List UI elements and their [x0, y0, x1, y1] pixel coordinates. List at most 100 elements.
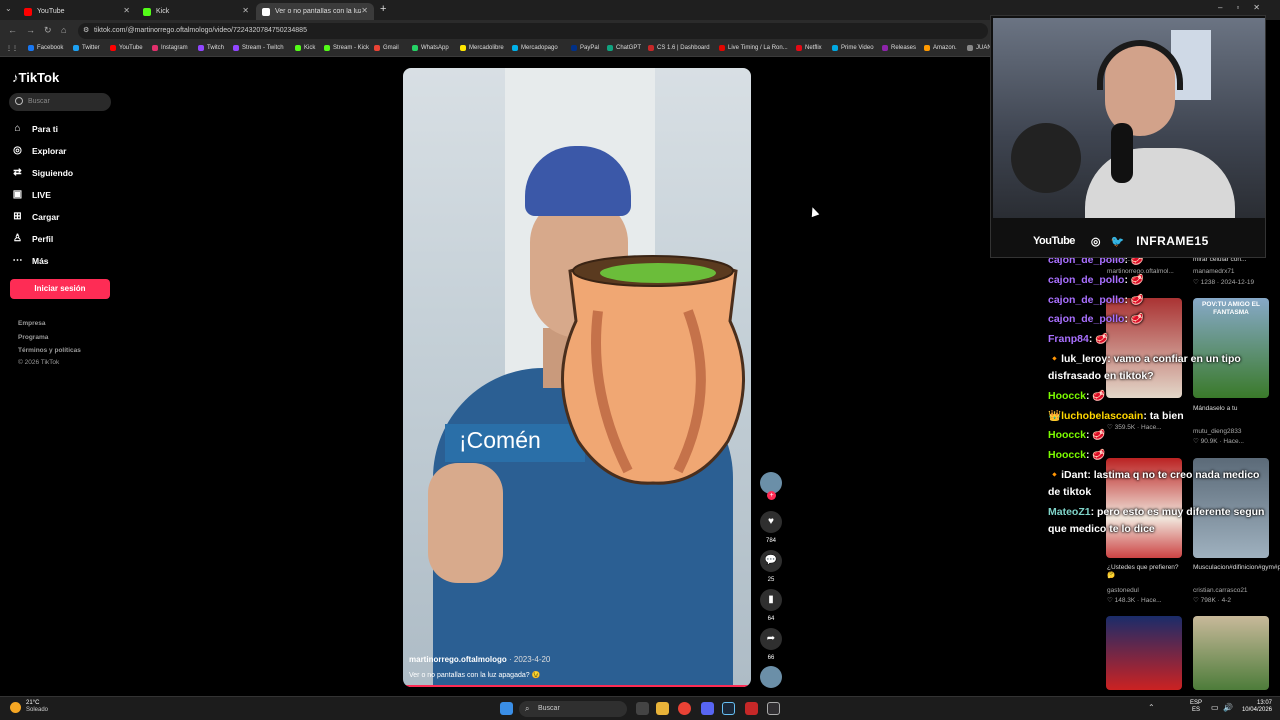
feed-thumbnail[interactable]: [1106, 616, 1182, 690]
twitter-icon: 🐦: [1110, 235, 1125, 248]
bookmark-item[interactable]: Mercadolibre: [460, 45, 504, 51]
clock[interactable]: 13:07 10/04/2026: [1236, 700, 1272, 714]
bookmark-item[interactable]: WhatsApp: [412, 45, 449, 51]
tab-kick[interactable]: Kick ✕: [137, 3, 255, 20]
save-button[interactable]: ▮ 64: [760, 589, 782, 622]
forward-icon[interactable]: →: [26, 25, 35, 35]
bookmark-item[interactable]: Releases: [882, 45, 916, 51]
bookmark-item[interactable]: Live Timing / La Ron...: [719, 45, 788, 51]
feed-item-title[interactable]: ¿Ustedes que prefieren? 🤔: [1107, 564, 1183, 580]
youtube-icon: [24, 7, 32, 16]
obs-icon[interactable]: [767, 702, 780, 715]
nav-profile[interactable]: ♙ Perfil: [12, 233, 53, 244]
task-view-icon[interactable]: [636, 702, 649, 715]
close-icon[interactable]: ✕: [242, 6, 249, 15]
bookmark-item[interactable]: ChatGPT: [607, 45, 641, 51]
bookmark-label: WhatsApp: [421, 45, 449, 51]
nav-live[interactable]: ▣ LIVE: [12, 189, 51, 200]
login-button[interactable]: Iniciar sesión: [10, 279, 110, 299]
back-icon[interactable]: ←: [8, 25, 17, 35]
bookmark-item[interactable]: Stream - Twitch: [233, 45, 284, 51]
reload-icon[interactable]: ↻: [44, 25, 52, 36]
feed-item-user[interactable]: cristian.carrasco21: [1193, 587, 1248, 595]
video-progress-bar[interactable]: [403, 685, 751, 687]
search-input[interactable]: Buscar: [9, 93, 111, 111]
bookmark-label: Netflix: [805, 45, 822, 51]
keyboard-language[interactable]: ESP ES: [1190, 700, 1202, 714]
volume-icon[interactable]: 🔊: [1223, 703, 1233, 712]
feed-item-title[interactable]: Musculacion#difinicion#gym#piern...: [1193, 564, 1280, 572]
chat-badge-icon: 🔸: [1048, 469, 1062, 481]
bookmark-item[interactable]: JUAN: [967, 45, 992, 51]
follow-plus-icon[interactable]: +: [767, 491, 776, 500]
footer-link[interactable]: Términos y políticas: [18, 347, 81, 354]
steam-icon[interactable]: [722, 702, 735, 715]
site-info-icon[interactable]: ⚙: [83, 26, 89, 34]
chat-user: Hoocck: [1048, 429, 1086, 441]
bookmark-item[interactable]: Instagram: [152, 45, 188, 51]
footer-link[interactable]: Empresa: [18, 320, 45, 327]
bookmark-label: Live Timing / La Ron...: [728, 45, 788, 51]
tab-list-button[interactable]: ⌄: [5, 4, 12, 13]
window-controls[interactable]: –▫✕: [1218, 3, 1274, 12]
nav-following[interactable]: ⇄ Siguiendo: [12, 167, 73, 178]
bookmark-item[interactable]: Netflix: [796, 45, 822, 51]
feed-item-user[interactable]: gastonedul: [1107, 587, 1139, 595]
url-input[interactable]: ⚙ tiktok.com/@martinorrego.oftalmologo/v…: [78, 23, 988, 39]
bookmark-item[interactable]: CS 1.6 | Dashboard: [648, 45, 710, 51]
bookmark-item[interactable]: Prime Video: [832, 45, 874, 51]
feed-item-user[interactable]: manamedrx71: [1193, 268, 1235, 276]
windows-start-icon[interactable]: [500, 702, 513, 715]
bookmark-item[interactable]: Stream - Kick: [324, 45, 369, 51]
new-tab-button[interactable]: +: [380, 3, 386, 15]
kick-icon: [143, 7, 151, 16]
bookmark-item[interactable]: Twitch: [198, 45, 224, 51]
nav-upload[interactable]: ⊞ Cargar: [12, 211, 59, 222]
bookmark-label: Stream - Twitch: [242, 45, 284, 51]
next-author-avatar[interactable]: [760, 666, 782, 693]
home-icon[interactable]: ⌂: [61, 25, 66, 35]
tab-youtube[interactable]: YouTube ✕: [18, 3, 136, 20]
mate-sticker: [561, 255, 745, 485]
nav-more[interactable]: ⋯ Más: [12, 255, 49, 266]
bookmark-item[interactable]: PayPal: [571, 45, 599, 51]
video-author[interactable]: martinorrego.oftalmologo · 2023-4-20: [409, 655, 550, 664]
footer-link[interactable]: Programa: [18, 334, 48, 341]
weather-widget[interactable]: 21°C Soleado: [10, 700, 48, 714]
tiktok-logo[interactable]: ♪TikTok: [12, 70, 59, 85]
nav-for-you[interactable]: ⌂ Para ti: [12, 123, 58, 134]
comment-button[interactable]: 💬 25: [760, 550, 782, 583]
discord-icon[interactable]: [701, 702, 714, 715]
bookmark-favicon-icon: [233, 45, 239, 51]
bookmark-label: YouTube: [119, 45, 143, 51]
bookmark-item[interactable]: Gmail: [374, 45, 399, 51]
chat-message: cajon_de_pollo: 🥩: [1048, 274, 1144, 286]
feed-item-title[interactable]: Mándaselo a tu: [1193, 405, 1237, 413]
bookmark-item[interactable]: Kick: [295, 45, 315, 51]
chat-message: MateoZ1: pero esto es muy diferente segu…: [1048, 506, 1265, 535]
bookmark-item[interactable]: Facebook: [28, 45, 63, 51]
apps-icon[interactable]: ⋮⋮: [6, 45, 18, 52]
taskbar: 21°C Soleado ⌕ Buscar ⌃ ESP ES ▭ 🔊 13:07…: [0, 696, 1280, 720]
tray-chevron-icon[interactable]: ⌃: [1148, 703, 1155, 712]
nav-explore[interactable]: ◎ Explorar: [12, 145, 66, 156]
close-icon[interactable]: ✕: [361, 6, 368, 15]
close-icon[interactable]: ✕: [123, 6, 130, 15]
video-player[interactable]: ¡Comén martinorrego.oftalmologo · 2023-4…: [403, 68, 751, 687]
feed-thumbnail[interactable]: [1193, 616, 1269, 690]
network-icon[interactable]: ▭: [1211, 703, 1219, 712]
like-button[interactable]: ♥ 784: [760, 511, 782, 544]
feed-item-user[interactable]: mutu_dieng2833: [1193, 428, 1241, 436]
share-button[interactable]: ➦ 66: [760, 628, 782, 661]
chrome-icon[interactable]: [678, 702, 691, 715]
bookmark-item[interactable]: YouTube: [110, 45, 143, 51]
bookmark-item[interactable]: Amazon.: [924, 45, 957, 51]
file-explorer-icon[interactable]: [656, 702, 669, 715]
bookmark-item[interactable]: Mercadopago: [512, 45, 558, 51]
bookmark-item[interactable]: Twitter: [73, 45, 100, 51]
taskbar-search[interactable]: ⌕ Buscar: [519, 701, 627, 717]
app-icon[interactable]: [745, 702, 758, 715]
bookmark-favicon-icon: [796, 45, 802, 51]
heart-icon: ♥: [760, 511, 782, 533]
tab-tiktok[interactable]: Ver o no pantallas con la luz ap... ✕: [256, 3, 374, 20]
